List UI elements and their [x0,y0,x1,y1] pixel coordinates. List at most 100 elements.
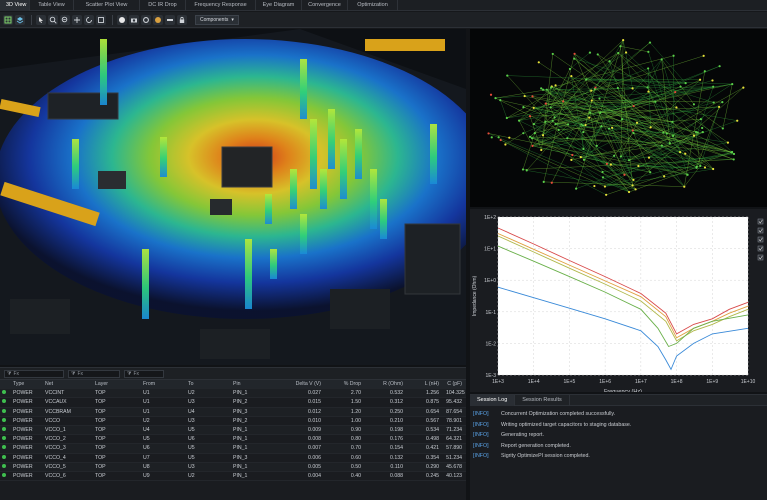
pcb-3d-view[interactable] [0,29,466,365]
sphere-node [692,134,696,137]
tab-session-results[interactable]: Session Results [515,395,570,406]
cell-drop: 0.90 [350,427,361,434]
cell-c-pf: 87.654 [446,408,462,415]
tab-optimization[interactable]: Optimization [348,0,398,11]
column-header-c-pf[interactable]: C (pF) [443,381,466,387]
table-row[interactable]: POWER VCCAUX TOP U1 U3 PIN_2 0.015 1.50 0.312 0.8… [0,398,466,408]
column-header-delta-v-v[interactable]: Delta V (V) [278,381,325,387]
sphere-node [601,170,604,174]
tab-eye-diagram[interactable]: Eye Diagram [256,0,302,11]
tab-frequency-response[interactable]: Frequency Response [186,0,256,11]
column-header-type[interactable]: Type [10,381,42,387]
palette-button[interactable] [153,14,163,25]
column-header-net[interactable]: Net [42,381,92,387]
sphere-node [588,116,591,119]
current-pillar [142,249,149,319]
pan-button[interactable] [72,14,82,25]
components-dropdown[interactable]: Components ▾ [195,14,239,25]
table-row[interactable]: POWER VCCO_2 TOP U5 U6 PIN_1 0.008 0.80 0.176 0.4… [0,435,466,445]
sphere-node [608,127,611,130]
cell-net: VCCAUX [45,399,67,406]
cell-c-pf: 71.234 [446,427,462,434]
series-toggle-checkbox[interactable] [757,236,764,243]
sphere-node [684,152,687,155]
column-header-l-nh[interactable]: L (nH) [407,381,443,387]
sphere-node [617,51,620,55]
column-filter-input[interactable]: ⧩ Fx [4,369,64,378]
rotate-button[interactable] [84,14,94,25]
column-filter-input[interactable]: ⧩ Fx [124,369,164,378]
tab-session-log[interactable]: Session Log [470,395,516,406]
column-header-r-ohm[interactable]: R (Ohm) [365,381,407,387]
sphere-node [588,111,592,114]
ruler-button[interactable] [165,14,175,25]
sphere-node [624,51,628,54]
horizontal-splitter-top[interactable] [470,207,767,209]
zoom-out-button[interactable] [60,14,70,25]
sphere-node [573,52,576,55]
status-dot-icon [0,445,10,451]
vertical-splitter[interactable] [466,29,470,500]
cell-c-pf: 64.321 [446,436,462,443]
table-row[interactable]: POWER VCCO_1 TOP U4 U5 PIN_1 0.009 0.90 0.198 0.5… [0,425,466,436]
table-row[interactable]: POWER VCCO_6 TOP U9 U2 PIN_1 0.004 0.40 0.088 0.2… [0,472,466,482]
tab-scatter-plot-view[interactable]: Scatter Plot View [74,0,140,11]
y-tick-label: 1E-1 [485,310,496,316]
settings-button[interactable] [141,14,151,25]
column-header-drop[interactable]: % Drop [325,381,365,387]
column-filter-input[interactable]: ⧩ Fx [68,369,120,378]
sphere-node [683,185,686,188]
sphere-node [699,164,702,168]
layers-button[interactable] [15,14,25,25]
column-header-to[interactable]: To [185,381,230,387]
sphere-node [631,184,634,187]
grid-button[interactable] [3,14,13,25]
impedance-chart-panel[interactable]: 1E+3 1E+4 1E+5 1E+6 1E+7 1E+8 1E+9 1E+10 1E+2 1E+… [470,209,767,392]
table-row[interactable]: POWER VCCO_5 TOP U8 U3 PIN_1 0.005 0.50 0.110 0.2… [0,462,466,472]
cell-net: VCCINT [45,390,65,397]
sphere-node [528,115,532,118]
filter-placeholder: Fx [133,370,140,377]
tab-3d-view[interactable]: 3D View [0,0,30,11]
series-toggle-checkbox[interactable] [757,218,764,225]
horizontal-splitter-bottom[interactable] [470,392,767,394]
status-dot-icon [0,463,10,470]
sphere-node [731,150,734,154]
sphere-node [694,130,698,134]
table-row[interactable]: POWER VCCO_3 TOP U6 U5 PIN_1 0.007 0.70 0.154 0.4… [0,444,466,454]
column-header-from[interactable]: From [140,381,185,387]
series-toggle-checkbox[interactable] [757,245,764,252]
cell-delta-v-v: 0.015 [308,399,321,406]
camera-button[interactable] [129,14,139,25]
rotate-icon [86,16,92,23]
cell-to: U5 [188,427,195,434]
table-row[interactable]: POWER VCCO TOP U2 U3 PIN_2 0.010 1.00 0.210 0.567… [0,417,466,426]
series-toggle-checkbox[interactable] [757,227,764,234]
fit-button[interactable] [96,14,106,25]
current-pillar [72,139,79,189]
log-entry: [INFO] Concurrent Optimization completed … [470,409,767,420]
tab-dc-ir-drop[interactable]: DC IR Drop [140,0,186,11]
table-row[interactable]: POWER VCCBRAM TOP U1 U4 PIN_3 0.012 1.20 0.250 0.… [0,407,466,417]
sphere-node [698,78,702,81]
sphere-button[interactable] [117,14,127,25]
camera-icon [131,18,137,22]
sphere-node [717,105,721,108]
zoom-in-button[interactable] [48,14,58,25]
log-entry: [INFO] Report generation completed. [470,441,767,452]
series-toggle-checkbox[interactable] [757,254,764,261]
lock-button[interactable] [177,14,187,25]
scatter-sphere-view[interactable] [470,29,767,207]
table-row[interactable]: POWER VCCINT TOP U1 U2 PIN_1 0.027 2.70 0.532 1.2… [0,389,466,399]
current-pillar [320,169,327,209]
sphere-node [554,123,557,126]
sphere-node [663,175,666,178]
horizontal-splitter-left[interactable] [0,365,466,367]
table-row[interactable]: POWER VCCO_4 TOP U7 U5 PIN_3 0.006 0.60 0.132 0.3… [0,454,466,463]
sphere-node [540,87,543,90]
column-header-pin[interactable]: Pin [230,381,278,387]
tab-table-view[interactable]: Table View [30,0,74,11]
tab-convergence[interactable]: Convergence [302,0,348,11]
column-header-layer[interactable]: Layer [92,381,140,387]
select-button[interactable] [36,14,46,25]
